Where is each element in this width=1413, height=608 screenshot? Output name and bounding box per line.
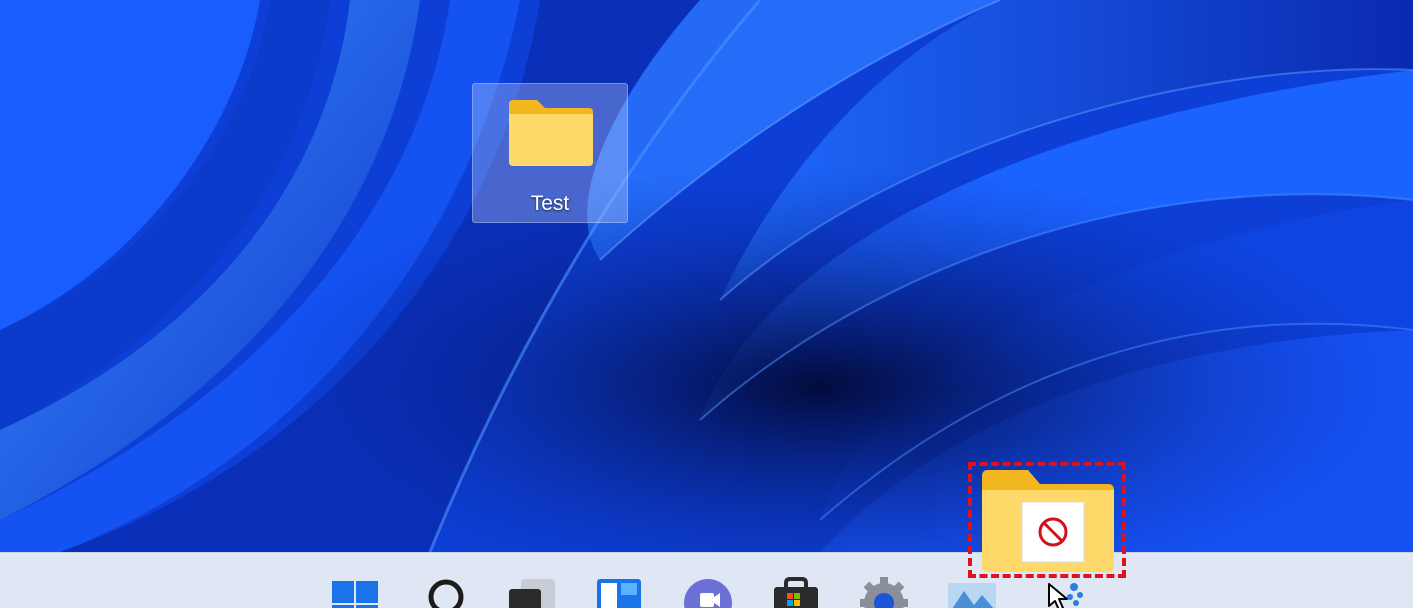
folder-icon	[509, 100, 593, 166]
app-button[interactable]	[946, 575, 998, 608]
task-view-button[interactable]	[505, 575, 557, 608]
search-icon	[428, 579, 464, 608]
desktop-folder-test[interactable]: Test	[472, 83, 628, 223]
taskbar	[0, 552, 1413, 608]
chat-button[interactable]	[682, 575, 734, 608]
folder-icon	[982, 470, 1114, 572]
store-button[interactable]	[770, 575, 822, 608]
start-button[interactable]	[330, 575, 382, 608]
desktop[interactable]: Test	[0, 0, 1413, 608]
desktop-folder-label: Test	[530, 192, 570, 215]
teams-chat-icon	[684, 579, 732, 608]
wallpaper	[0, 0, 1413, 552]
microsoft-store-icon	[774, 577, 818, 608]
task-view-icon	[509, 579, 555, 608]
settings-button[interactable]	[858, 575, 910, 608]
windows-logo-icon	[332, 581, 378, 608]
widgets-button[interactable]	[593, 575, 645, 608]
app-icon	[948, 583, 996, 608]
gear-icon	[860, 577, 908, 608]
mouse-cursor-icon	[1048, 583, 1068, 608]
dragged-folder[interactable]	[968, 462, 1126, 578]
search-button[interactable]	[420, 575, 472, 608]
widgets-icon	[597, 579, 641, 608]
